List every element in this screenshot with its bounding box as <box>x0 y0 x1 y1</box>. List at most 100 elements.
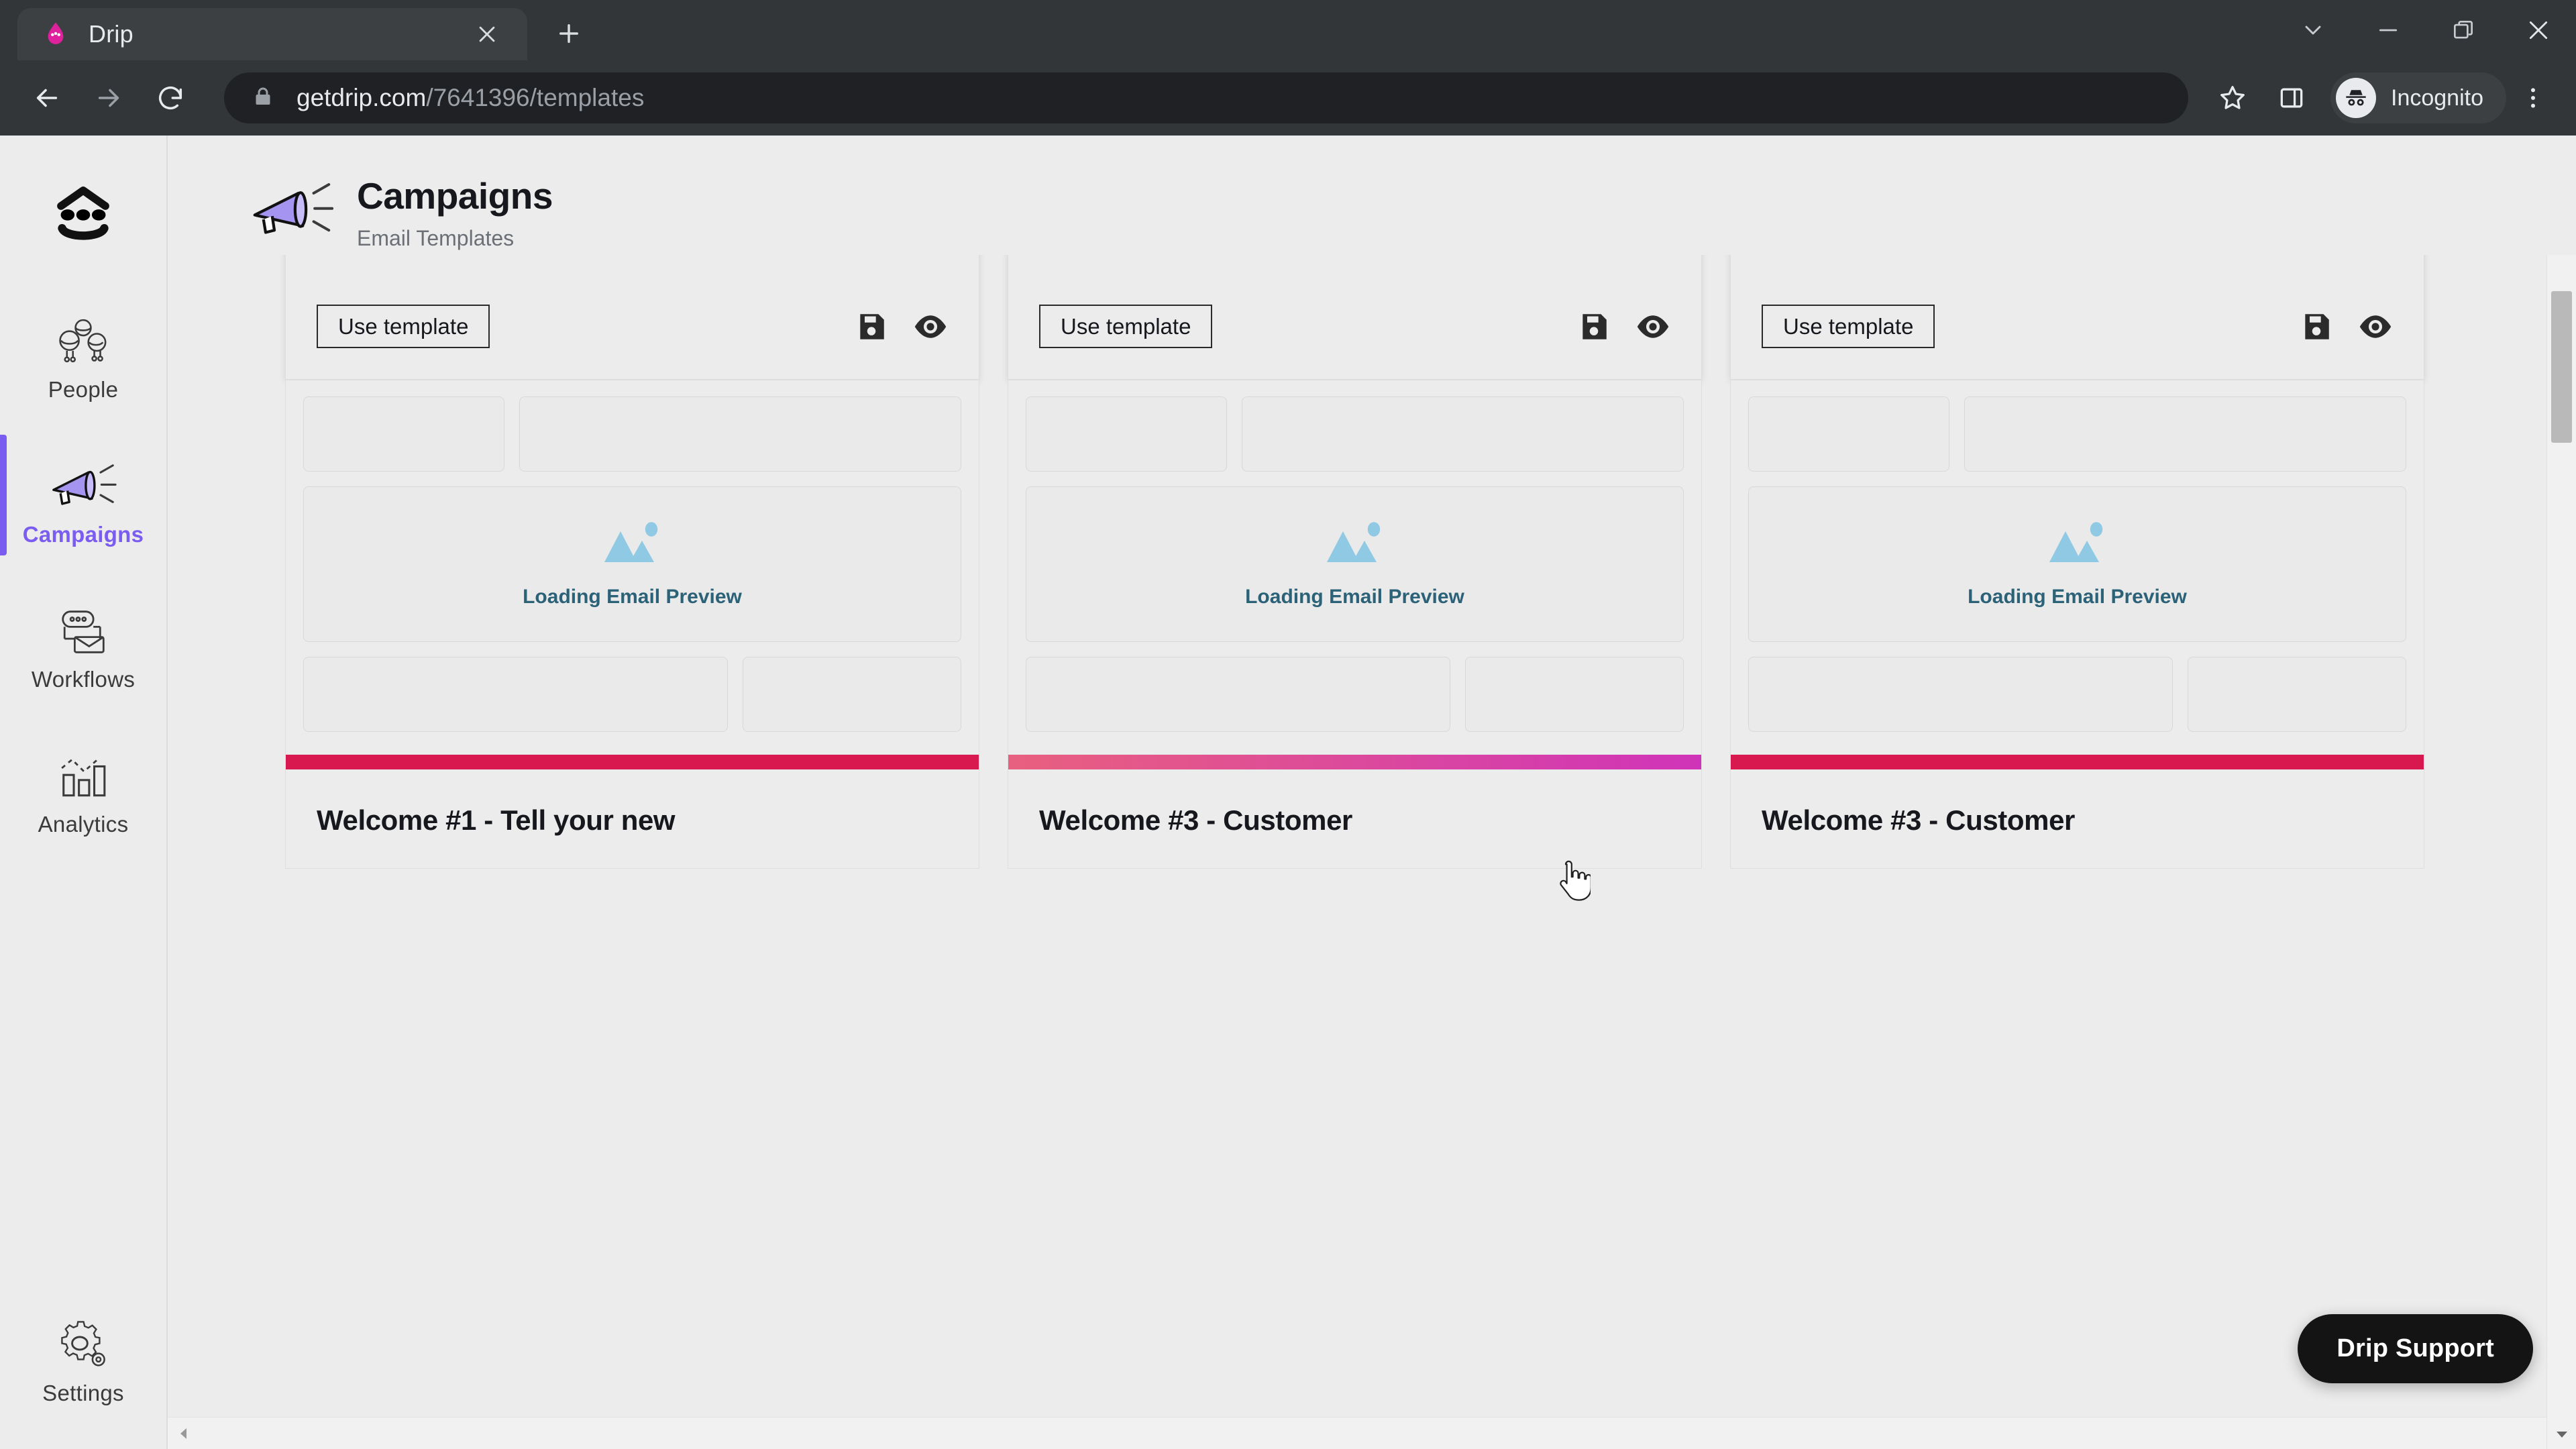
tab-strip: Drip <box>0 0 2576 60</box>
skeleton-block <box>1026 657 1451 733</box>
vertical-scrollbar-thumb[interactable] <box>2551 291 2572 443</box>
kebab-menu-icon[interactable] <box>2506 67 2560 129</box>
image-placeholder-icon <box>602 521 663 568</box>
window-controls <box>2275 0 2576 60</box>
skeleton-block <box>2188 657 2406 733</box>
horizontal-scrollbar[interactable] <box>168 1417 2546 1449</box>
app-sidebar: People Campaigns Workflows Analytics Set… <box>0 136 168 1449</box>
floppy-save-icon[interactable] <box>1576 309 1611 344</box>
template-color-bar <box>1731 755 2424 770</box>
back-arrow-icon[interactable] <box>16 67 78 129</box>
templates-scroll-region: Moodjoy Email Campaign Use template <box>168 255 2546 1417</box>
browser-toolbar: getdrip.com/7641396/templates Incognito <box>0 60 2576 136</box>
profile-label: Incognito <box>2391 85 2483 111</box>
skeleton-row <box>1748 657 2406 733</box>
lock-icon <box>251 85 278 111</box>
address-bar[interactable]: getdrip.com/7641396/templates <box>224 72 2188 123</box>
new-tab-button[interactable] <box>545 9 593 58</box>
skeleton-row <box>1026 396 1684 472</box>
template-title: Welcome #1 - Tell your new <box>317 804 676 837</box>
drip-logo-icon <box>42 20 70 48</box>
incognito-icon <box>2336 78 2376 118</box>
loading-preview-label: Loading Email Preview <box>1245 585 1464 608</box>
skeleton-block <box>519 396 961 472</box>
profile-incognito-button[interactable]: Incognito <box>2330 72 2506 123</box>
sidebar-item-label: Analytics <box>38 812 129 837</box>
tab-title: Drip <box>89 20 133 48</box>
tab-close-icon[interactable] <box>471 18 503 50</box>
drip-face-logo[interactable] <box>0 162 167 270</box>
floppy-save-icon[interactable] <box>854 309 889 344</box>
template-icon-actions <box>1576 309 1670 344</box>
people-icon <box>52 302 114 366</box>
loading-preview-label: Loading Email Preview <box>1968 585 2187 608</box>
side-panel-icon[interactable] <box>2262 68 2321 127</box>
eye-preview-icon[interactable] <box>913 309 948 344</box>
skeleton-block <box>743 657 961 733</box>
gear-icon <box>54 1305 112 1370</box>
sidebar-item-people[interactable]: People <box>0 286 167 415</box>
forward-arrow-icon[interactable] <box>78 67 140 129</box>
floppy-save-icon[interactable] <box>2299 309 2334 344</box>
template-icon-actions <box>2299 309 2393 344</box>
window-close-icon[interactable] <box>2501 0 2576 60</box>
scroll-left-arrow[interactable] <box>168 1426 199 1441</box>
url-path: /7641396/templates <box>426 84 645 111</box>
template-card[interactable]: Loading Email Preview Welcome #3 - Custo… <box>1008 380 1702 869</box>
template-card[interactable]: Moodjoy Email Campaign Use template <box>285 255 979 380</box>
use-template-button[interactable]: Use template <box>1762 305 1935 349</box>
page-header-text: Campaigns Email Templates <box>357 176 553 251</box>
drip-support-button[interactable]: Drip Support <box>2298 1314 2533 1383</box>
template-actions: Use template <box>317 305 948 349</box>
url-host: getdrip.com <box>297 84 427 111</box>
megaphone-icon <box>248 176 335 250</box>
template-card[interactable]: Loading Email Preview Welcome #1 - Tell … <box>285 380 979 869</box>
template-color-bar <box>286 755 979 770</box>
template-card[interactable]: Email Campaign - 12-13-2023 Use template <box>1008 255 1702 380</box>
sidebar-item-campaigns[interactable]: Campaigns <box>0 431 167 559</box>
browser-window: Drip getdrip.com/7641396/templates Incog… <box>0 0 2576 1449</box>
browser-tab[interactable]: Drip <box>17 8 527 60</box>
eye-preview-icon[interactable] <box>1635 309 1670 344</box>
template-card[interactable]: Loading Email Preview Welcome #3 - Custo… <box>1730 380 2424 869</box>
template-title: Welcome #3 - Customer <box>1039 804 1352 837</box>
page-title: Campaigns <box>357 175 553 217</box>
sidebar-item-settings[interactable]: Settings <box>0 1289 167 1418</box>
template-title: Welcome #3 - Customer <box>1762 804 2075 837</box>
template-skeleton: Loading Email Preview <box>1731 380 2424 755</box>
vertical-scrollbar[interactable] <box>2546 136 2576 1449</box>
skeleton-row <box>303 657 961 733</box>
skeleton-block <box>303 657 729 733</box>
bar-chart-icon <box>55 737 111 801</box>
address-bar-text: getdrip.com/7641396/templates <box>297 84 644 112</box>
sidebar-item-analytics[interactable]: Analytics <box>0 720 167 849</box>
mouse-cursor <box>1554 860 1592 905</box>
page-viewport: People Campaigns Workflows Analytics Set… <box>0 136 2576 1449</box>
reload-icon[interactable] <box>140 67 201 129</box>
restore-icon[interactable] <box>2426 0 2501 60</box>
scroll-down-arrow[interactable] <box>2547 1419 2576 1449</box>
template-card-body: Welcome #3 - Customer <box>1008 769 1701 867</box>
template-card[interactable]: Email Campaign - 12-13-2023 Use template <box>1730 255 2424 380</box>
template-card-body: Welcome #1 - Tell your new <box>286 769 979 867</box>
skeleton-block <box>1964 396 2406 472</box>
templates-grid: Moodjoy Email Campaign Use template <box>168 255 2546 869</box>
use-template-button[interactable]: Use template <box>1039 305 1213 349</box>
skeleton-row <box>303 396 961 472</box>
sidebar-item-label: Settings <box>42 1381 124 1405</box>
minimize-icon[interactable] <box>2351 0 2426 60</box>
skeleton-block <box>303 396 505 472</box>
loading-email-preview: Loading Email Preview <box>1748 486 2406 643</box>
sidebar-item-label: People <box>48 377 119 402</box>
template-card-body: Moodjoy Email Campaign Use template <box>286 255 979 379</box>
tab-search-icon[interactable] <box>2275 0 2351 60</box>
star-icon[interactable] <box>2203 68 2262 127</box>
template-card-body: Email Campaign - 12-13-2023 Use template <box>1731 255 2424 379</box>
page-subtitle: Email Templates <box>357 225 515 250</box>
use-template-button[interactable]: Use template <box>317 305 490 349</box>
loading-email-preview: Loading Email Preview <box>1026 486 1684 643</box>
loading-email-preview: Loading Email Preview <box>303 486 961 643</box>
sidebar-item-workflows[interactable]: Workflows <box>0 576 167 704</box>
page-header: Campaigns Email Templates <box>168 136 2576 255</box>
eye-preview-icon[interactable] <box>2358 309 2393 344</box>
